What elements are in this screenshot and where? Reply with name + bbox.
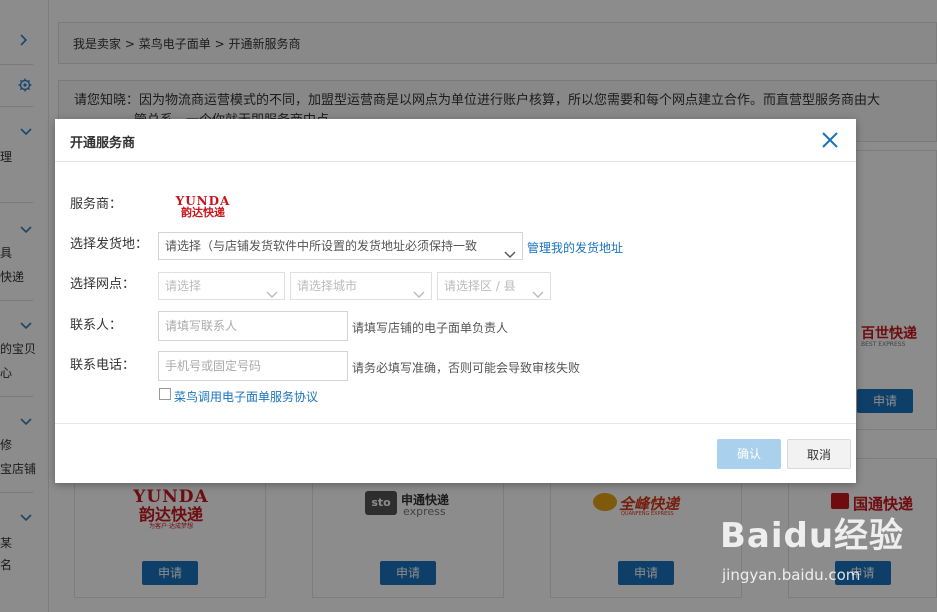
provider-label: 服务商： [70, 197, 123, 212]
address-select[interactable]: 请选择（与店铺发货软件中所设置的发货地址必须保持一致 [158, 232, 523, 260]
branch-label: 选择网点： [70, 277, 136, 292]
contact-label: 联系人： [70, 318, 123, 333]
branch-province-select[interactable]: 请选择 [158, 272, 285, 300]
branch-province-value: 请选择 [165, 279, 202, 293]
branch-city-value: 请选择城市 [297, 279, 358, 293]
agreement-checkbox[interactable] [159, 388, 171, 400]
chevron-down-icon [266, 282, 278, 299]
cancel-button[interactable]: 取消 [787, 439, 851, 469]
branch-district-select[interactable]: 请选择区 / 县 [437, 272, 551, 300]
phone-hint: 请务必填写准确，否则可能会导致审核失败 [352, 361, 581, 375]
provider-logo: YUNDA 韵达快递 [175, 194, 231, 219]
chevron-down-icon [413, 282, 425, 299]
watermark-logo: Baidu经验 [720, 516, 905, 556]
watermark-url: jingyan.baidu.com [722, 566, 861, 584]
chevron-down-icon [500, 242, 516, 259]
address-label: 选择发货地： [70, 237, 149, 252]
manage-address-link[interactable]: 管理我的发货地址 [527, 239, 623, 256]
chevron-down-icon [532, 282, 544, 299]
contact-input[interactable]: 请填写联系人 [158, 311, 348, 341]
branch-district-value: 请选择区 / 县 [444, 279, 516, 293]
baidu-watermark: Baidu经验 jingyan.baidu.com [720, 508, 920, 598]
phone-label: 联系电话： [70, 358, 136, 373]
branch-city-select[interactable]: 请选择城市 [290, 272, 432, 300]
dialog-header: 开通服务商 [55, 119, 856, 162]
open-provider-dialog: 开通服务商 服务商： YUNDA 韵达快递 选择发货地： 请选择（与店铺发货软件… [55, 119, 856, 483]
address-select-value: 请选择（与店铺发货软件中所设置的发货地址必须保持一致 [165, 239, 478, 253]
contact-hint: 请填写店铺的电子面单负责人 [352, 321, 509, 335]
agreement-link[interactable]: 菜鸟调用电子面单服务协议 [174, 388, 318, 405]
phone-input[interactable]: 手机号或固定号码 [158, 351, 348, 381]
close-icon[interactable] [818, 128, 842, 152]
dialog-footer-divider [55, 423, 856, 424]
confirm-button[interactable]: 确认 [717, 439, 781, 469]
dialog-title: 开通服务商 [70, 136, 136, 151]
